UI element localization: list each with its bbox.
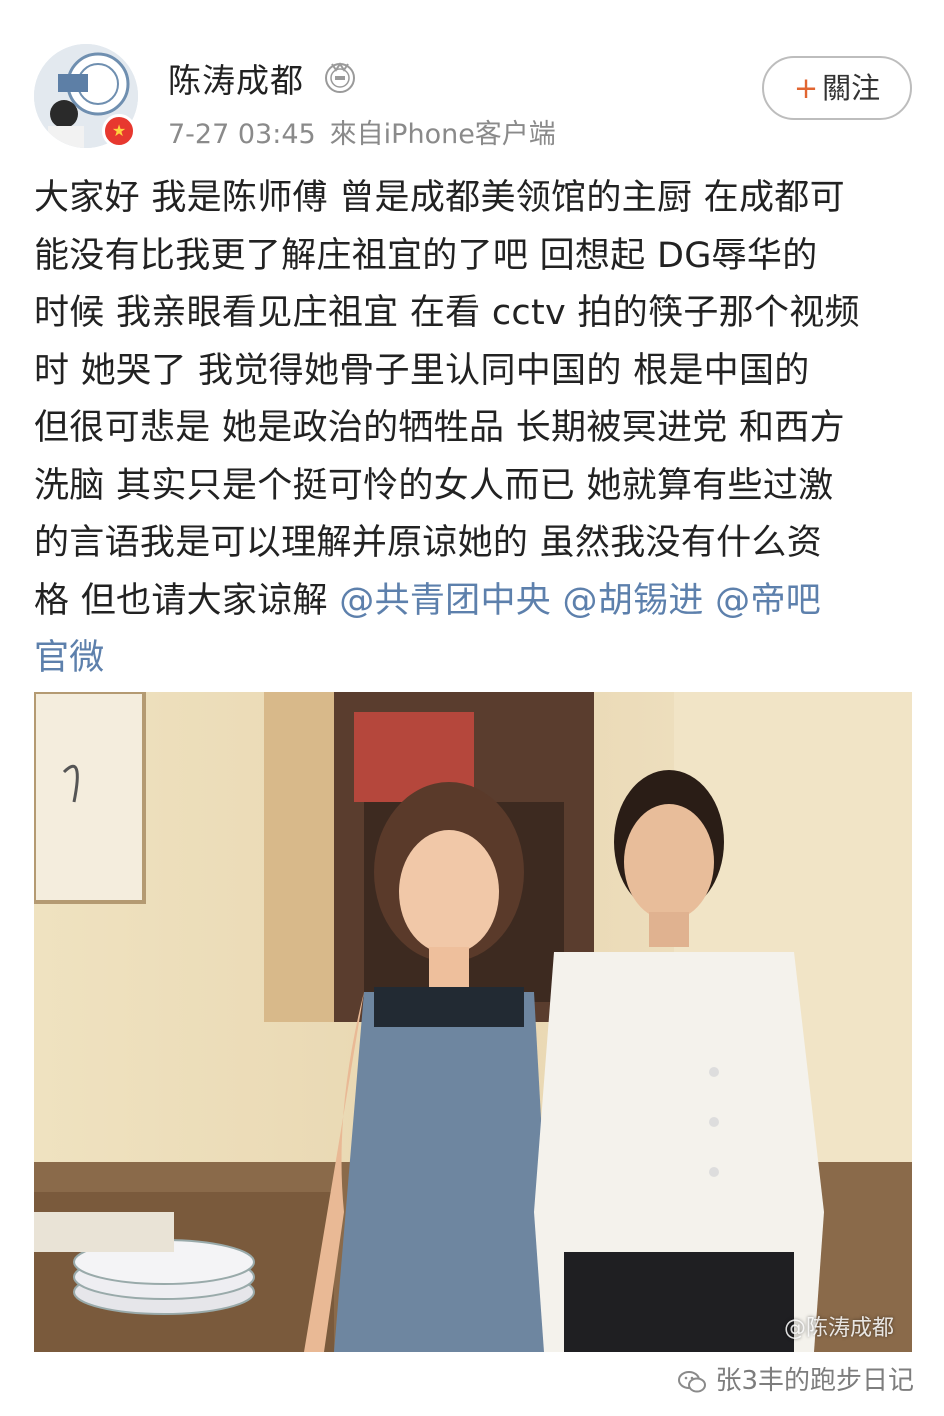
post-text: 大家好 我是陈师傅 曾是成都美领馆的主厨 在成都可 能没有比我更了解庄祖宜的了吧… xyxy=(34,170,914,688)
post-source: 來自iPhone客户端 xyxy=(329,119,556,150)
wechat-icon xyxy=(678,1370,707,1392)
follow-label: 關注 xyxy=(822,71,881,105)
post-line: 但很可悲是 她是政治的牺牲品 长期被冥进党 和西方 xyxy=(34,408,845,448)
post-line: 时 她哭了 我觉得她骨子里认同中国的 根是中国的 xyxy=(34,350,810,391)
medal-icon[interactable] xyxy=(322,58,358,94)
post-time: 7-27 03:45 xyxy=(168,119,316,150)
mention-link[interactable]: @胡锡进 xyxy=(563,581,704,621)
author-name[interactable]: 陈涛成都 xyxy=(168,54,304,102)
follow-button[interactable]: + 關注 xyxy=(762,56,912,120)
post-photo[interactable]: @陈涛成都 xyxy=(34,692,912,1352)
post-meta: 7-27 03:45 來自iPhone客户端 xyxy=(168,112,556,151)
footer-watermark-text: 张3丰的跑步日记 xyxy=(715,1366,914,1396)
mention-link-tail[interactable]: 官微 xyxy=(34,638,105,678)
mention-link[interactable]: @共青团中央 xyxy=(339,581,551,621)
post-line: 时候 我亲眼看见庄祖宜 在看 cctv 拍的筷子那个视频 xyxy=(34,293,860,333)
plus-icon: + xyxy=(793,71,819,105)
footer-watermark: 张3丰的跑步日记 xyxy=(677,1360,914,1397)
post-line: 官微 xyxy=(34,630,914,688)
mention-link[interactable]: @帝吧 xyxy=(715,581,821,621)
photo-image xyxy=(34,692,912,1352)
image-watermark: @陈涛成都 xyxy=(783,1316,894,1341)
star-badge-icon: ★ xyxy=(102,114,136,148)
post-line-text: 格 但也请大家谅解 xyxy=(34,580,340,621)
post-line: 大家好 我是陈师傅 曾是成都美领馆的主厨 在成都可 xyxy=(34,178,845,218)
post-line: 格 但也请大家谅解 @共青团中央 @胡锡进 @帝吧 xyxy=(34,573,914,631)
post-line: 能没有比我更了解庄祖宜的了吧 回想起 DG辱华的 xyxy=(34,235,818,276)
post-line: 的言语我是可以理解并原谅她的 虽然我没有什么资 xyxy=(34,523,823,563)
post-line: 洗脑 其实只是个挺可怜的女人而已 她就算有些过激 xyxy=(34,465,834,506)
